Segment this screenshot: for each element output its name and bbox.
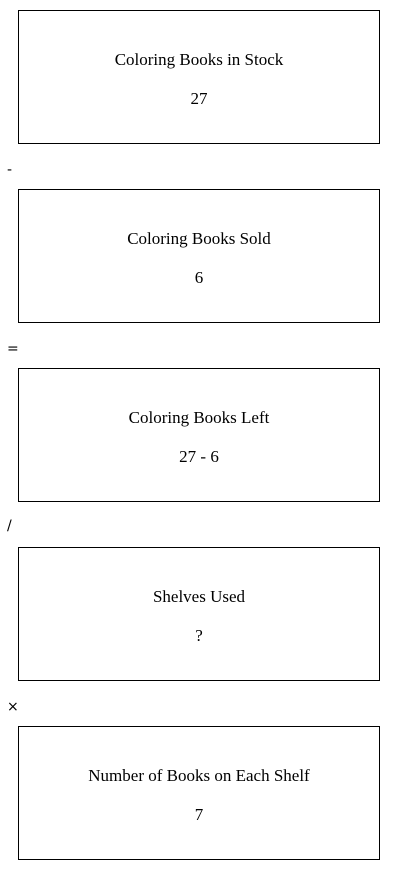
shelves-value: ? — [195, 626, 203, 645]
per-shelf-label: Number of Books on Each Shelf — [88, 766, 310, 785]
left-label: Coloring Books Left — [128, 408, 270, 427]
shelves-box: Shelves Used ? — [18, 547, 380, 681]
stock-label: Coloring Books in Stock — [114, 50, 284, 69]
per-shelf-value: 7 — [194, 805, 204, 824]
minus-operator: - — [7, 162, 13, 178]
left-box: Coloring Books Left 27 - 6 — [18, 368, 380, 502]
left-value: 27 - 6 — [179, 447, 219, 466]
divide-operator: / — [7, 518, 12, 534]
equals-operator: = — [7, 341, 19, 357]
sold-value: 6 — [194, 268, 204, 287]
multiply-operator: × — [7, 699, 19, 715]
per-shelf-box: Number of Books on Each Shelf 7 — [18, 726, 380, 860]
stock-box: Coloring Books in Stock 27 — [18, 10, 380, 144]
stock-value: 27 — [190, 89, 208, 108]
shelves-label: Shelves Used — [152, 587, 246, 606]
sold-label: Coloring Books Sold — [127, 229, 271, 248]
sold-box: Coloring Books Sold 6 — [18, 189, 380, 323]
